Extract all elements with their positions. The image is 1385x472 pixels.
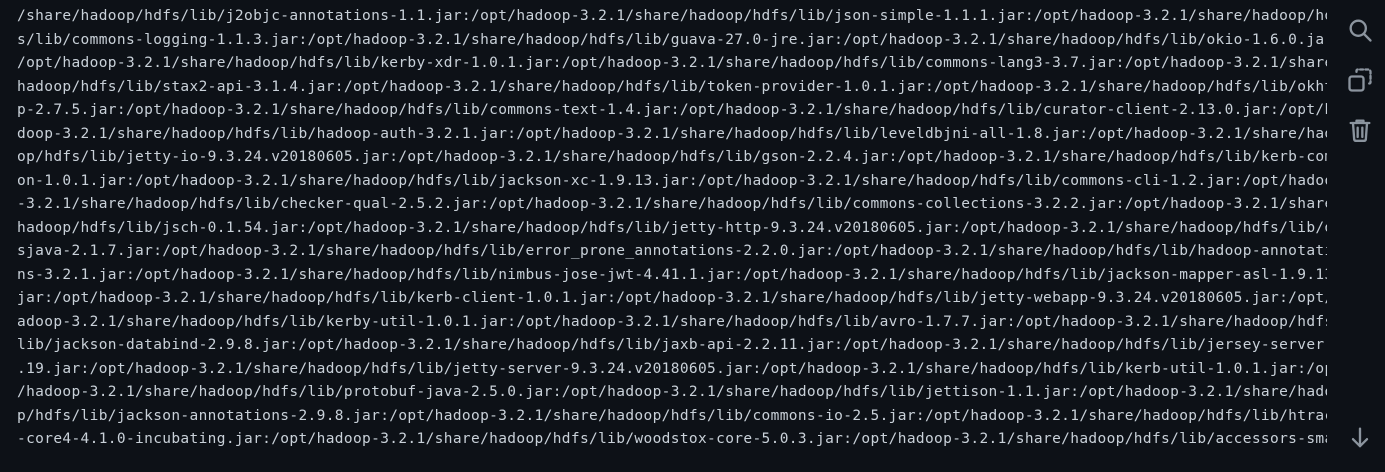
terminal-line: ns-3.2.1.jar:/opt/hadoop-3.2.1/share/had… [17,266,1327,283]
terminal-line: sjava-2.1.7.jar:/opt/hadoop-3.2.1/share/… [17,243,1327,259]
terminal-line: jar:/opt/hadoop-3.2.1/share/hadoop/hdfs/… [17,290,1327,306]
terminal-line: adoop-3.2.1/share/hadoop/hdfs/lib/kerby-… [17,313,1327,330]
terminal-line: p/hdfs/lib/jackson-annotations-2.9.8.jar… [17,407,1327,424]
terminal-line: /share/hadoop/hdfs/lib/j2objc-annotation… [17,8,1327,24]
terminal-line: -3.2.1/share/hadoop/hdfs/lib/checker-qua… [17,196,1327,212]
copy-icon [1348,68,1372,92]
copy-button[interactable] [1344,64,1376,96]
terminal-line: lib/jackson-databind-2.9.8.jar:/opt/hado… [17,337,1327,353]
search-button[interactable] [1344,14,1376,46]
terminal-line: hadoop/hdfs/lib/jsch-0.1.54.jar:/opt/had… [17,219,1327,236]
terminal-line: /opt/hadoop-3.2.1/share/hadoop/hdfs/lib/… [17,55,1327,71]
terminal-toolbar [1335,0,1385,472]
terminal-line: /hadoop-3.2.1/share/hadoop/hdfs/lib/prot… [17,384,1327,400]
terminal-output[interactable]: /share/hadoop/hdfs/lib/j2objc-annotation… [17,5,1327,452]
terminal-line: s/lib/commons-logging-1.1.3.jar:/opt/had… [17,31,1327,48]
trash-icon [1349,119,1371,143]
terminal-line: p-2.7.5.jar:/opt/hadoop-3.2.1/share/hado… [17,102,1327,118]
terminal-line: doop-3.2.1/share/hadoop/hdfs/lib/hadoop-… [17,125,1327,142]
search-icon [1349,19,1372,42]
scroll-to-bottom-button[interactable] [1344,422,1376,454]
terminal-line: op/hdfs/lib/jetty-io-9.3.24.v20180605.ja… [17,149,1327,165]
terminal-line: hadoop/hdfs/lib/stax2-api-3.1.4.jar:/opt… [17,78,1327,95]
terminal-line: on-1.0.1.jar:/opt/hadoop-3.2.1/share/had… [17,172,1327,189]
clear-button[interactable] [1344,114,1376,146]
arrow-down-icon [1351,427,1369,448]
terminal-window: /share/hadoop/hdfs/lib/j2objc-annotation… [0,0,1385,472]
terminal-line: -core4-4.1.0-incubating.jar:/opt/hadoop-… [17,431,1327,447]
terminal-line: .19.jar:/opt/hadoop-3.2.1/share/hadoop/h… [17,360,1327,377]
